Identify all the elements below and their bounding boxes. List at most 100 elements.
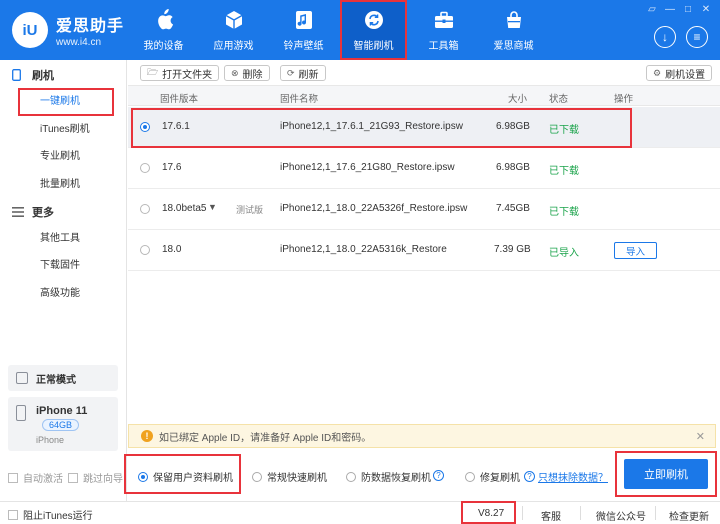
erase-data-link[interactable]: ? 只想抹除数据？ (524, 469, 608, 484)
nav-label: 智能刷机 (353, 40, 394, 52)
sidebar-item-pro-flash[interactable]: 专业刷机 (0, 143, 126, 171)
nav-ringtones[interactable]: 铃声壁纸 (270, 0, 337, 60)
menu-icon (12, 206, 24, 218)
nav-store[interactable]: 爱思商城 (480, 0, 547, 60)
sidebar-section-more: 更多 (0, 199, 126, 225)
open-folder-button[interactable]: 🗁 打开文件夹 (140, 65, 220, 81)
table-row[interactable]: 17.6 iPhone12,1_17.6_21G80_Restore.ipsw … (128, 148, 720, 189)
version-dropdown-icon[interactable]: ▼ (208, 202, 217, 212)
skip-guide-label: 跳过向导 (83, 474, 123, 485)
nav-label: 应用游戏 (213, 40, 254, 52)
col-size: 大小 (508, 94, 528, 105)
apple-icon (153, 8, 175, 31)
col-action: 操作 (614, 94, 634, 105)
skip-guide-checkbox[interactable]: 跳过向导 (68, 470, 123, 485)
firmware-name: iPhone12,1_18.0_22A5316k_Restore (280, 244, 447, 255)
checkbox-box (8, 509, 18, 520)
firmware-version: 18.0beta5 (162, 203, 207, 214)
firmware-version: 17.6.1 (162, 121, 190, 132)
minimize-icon[interactable]: — (664, 4, 676, 15)
sidebar-item-batch-flash[interactable]: 批量刷机 (0, 171, 126, 199)
app-url: www.i4.cn (56, 37, 102, 48)
flash-settings-button[interactable]: ⚙ 刷机设置 (646, 65, 713, 81)
sidebar-section-flash: 刷机 (0, 62, 126, 88)
device-type: iPhone (36, 435, 65, 445)
version-label: V8.27 (478, 508, 505, 519)
option-repair-flash[interactable]: 修复刷机 (465, 469, 520, 484)
option-label: 防数据恢复刷机 (361, 473, 431, 484)
app-name: 爱思助手 (56, 18, 125, 35)
option-quick-flash[interactable]: 常规快速刷机 (252, 469, 327, 484)
device-card[interactable]: iPhone 11 64GB iPhone (8, 397, 118, 451)
nav-apps-games[interactable]: 应用游戏 (200, 0, 267, 60)
nav-label: 爱思商城 (493, 40, 534, 52)
maximize-icon[interactable]: □ (682, 4, 694, 15)
download-icon[interactable]: ↓ (654, 26, 676, 48)
firmware-status: 已导入 (549, 248, 579, 259)
delete-label: 删除 (242, 69, 263, 81)
sidebar-item-advanced[interactable]: 高级功能 (0, 280, 126, 308)
nav-smart-flash[interactable]: 智能刷机 (340, 0, 407, 60)
mode-label: 正常模式 (36, 374, 76, 386)
device-mode: 正常模式 (8, 365, 118, 391)
firmware-version: 17.6 (162, 162, 182, 173)
option-anti-recovery[interactable]: 防数据恢复刷机 (346, 469, 431, 484)
firmware-size: 7.45GB (496, 203, 530, 214)
divider (580, 506, 581, 520)
sidebar-item-other-tools[interactable]: 其他工具 (0, 225, 126, 253)
nav-label: 我的设备 (143, 40, 184, 52)
import-button[interactable]: 导入 (614, 242, 657, 259)
delete-button[interactable]: ⊗ 删除 (224, 65, 270, 81)
table-row[interactable]: 18.0 iPhone12,1_18.0_22A5316k_Restore 7.… (128, 230, 720, 271)
shirt-icon[interactable]: ▱ (646, 4, 658, 15)
settings-circle-icon[interactable]: ≡ (686, 26, 708, 48)
refresh-shield-icon (363, 9, 385, 31)
notice-text: 如已绑定 Apple ID，请准备好 Apple ID和密码。 (159, 432, 372, 444)
close-icon[interactable]: ✕ (696, 430, 705, 443)
flash-now-button[interactable]: 立即刷机 (624, 459, 708, 489)
support-link[interactable]: 客服 (541, 508, 561, 523)
firmware-size: 6.98GB (496, 121, 530, 132)
block-itunes-label: 阻止iTunes运行 (23, 511, 93, 522)
apple-id-notice: ! 如已绑定 Apple ID，请准备好 Apple ID和密码。 ✕ (128, 424, 716, 448)
check-update-link[interactable]: 检查更新 (669, 508, 709, 523)
mode-icon (16, 372, 28, 384)
iphone-icon (16, 405, 26, 421)
sidebar: 刷机 一键刷机 iTunes刷机 专业刷机 批量刷机 更多 其他工具 下载固件 … (0, 60, 127, 501)
open-folder-label: 打开文件夹 (162, 69, 213, 81)
refresh-button[interactable]: ⟳ 刷新 (280, 65, 326, 81)
option-radio (346, 471, 356, 482)
toolbox-icon (433, 9, 455, 31)
nav-label: 工具箱 (428, 40, 459, 52)
close-icon[interactable]: ✕ (700, 4, 712, 15)
option-keep-data[interactable]: 保留用户资料刷机 (138, 469, 233, 484)
help-icon: ? (524, 471, 535, 482)
sidebar-item-download-firmware[interactable]: 下载固件 (0, 252, 126, 280)
table-row[interactable]: 17.6.1 iPhone12,1_17.6.1_21G93_Restore.i… (128, 107, 720, 148)
divider (655, 506, 656, 520)
row-radio[interactable] (140, 122, 150, 132)
row-radio[interactable] (140, 163, 150, 173)
sidebar-section-title: 更多 (32, 206, 54, 219)
auto-activate-label: 自动激活 (23, 474, 63, 485)
row-radio[interactable] (140, 245, 150, 255)
option-label: 保留用户资料刷机 (153, 473, 233, 484)
table-row[interactable]: 18.0beta5 ▼ 测试版 iPhone12,1_18.0_22A5326f… (128, 189, 720, 230)
option-radio (138, 471, 148, 482)
sidebar-item-itunes-flash[interactable]: iTunes刷机 (0, 116, 126, 144)
sidebar-item-one-click-flash[interactable]: 一键刷机 (18, 88, 114, 116)
phone-icon (12, 69, 24, 81)
row-radio[interactable] (140, 204, 150, 214)
info-icon: ! (141, 430, 153, 442)
auto-activate-checkbox[interactable]: 自动激活 (8, 470, 63, 485)
firmware-table-header: 固件版本 固件名称 大小 状态 操作 (128, 86, 720, 106)
firmware-version: 18.0 (162, 244, 182, 255)
nav-toolbox[interactable]: 工具箱 (410, 0, 477, 60)
refresh-label: 刷新 (298, 69, 319, 81)
help-icon[interactable]: ? (433, 470, 444, 481)
wechat-link[interactable]: 微信公众号 (596, 508, 646, 523)
nav-my-device[interactable]: 我的设备 (130, 0, 197, 60)
firmware-status: 已下载 (549, 125, 579, 136)
block-itunes-checkbox[interactable]: 阻止iTunes运行 (8, 507, 93, 522)
delete-icon: ⊗ (231, 67, 239, 78)
